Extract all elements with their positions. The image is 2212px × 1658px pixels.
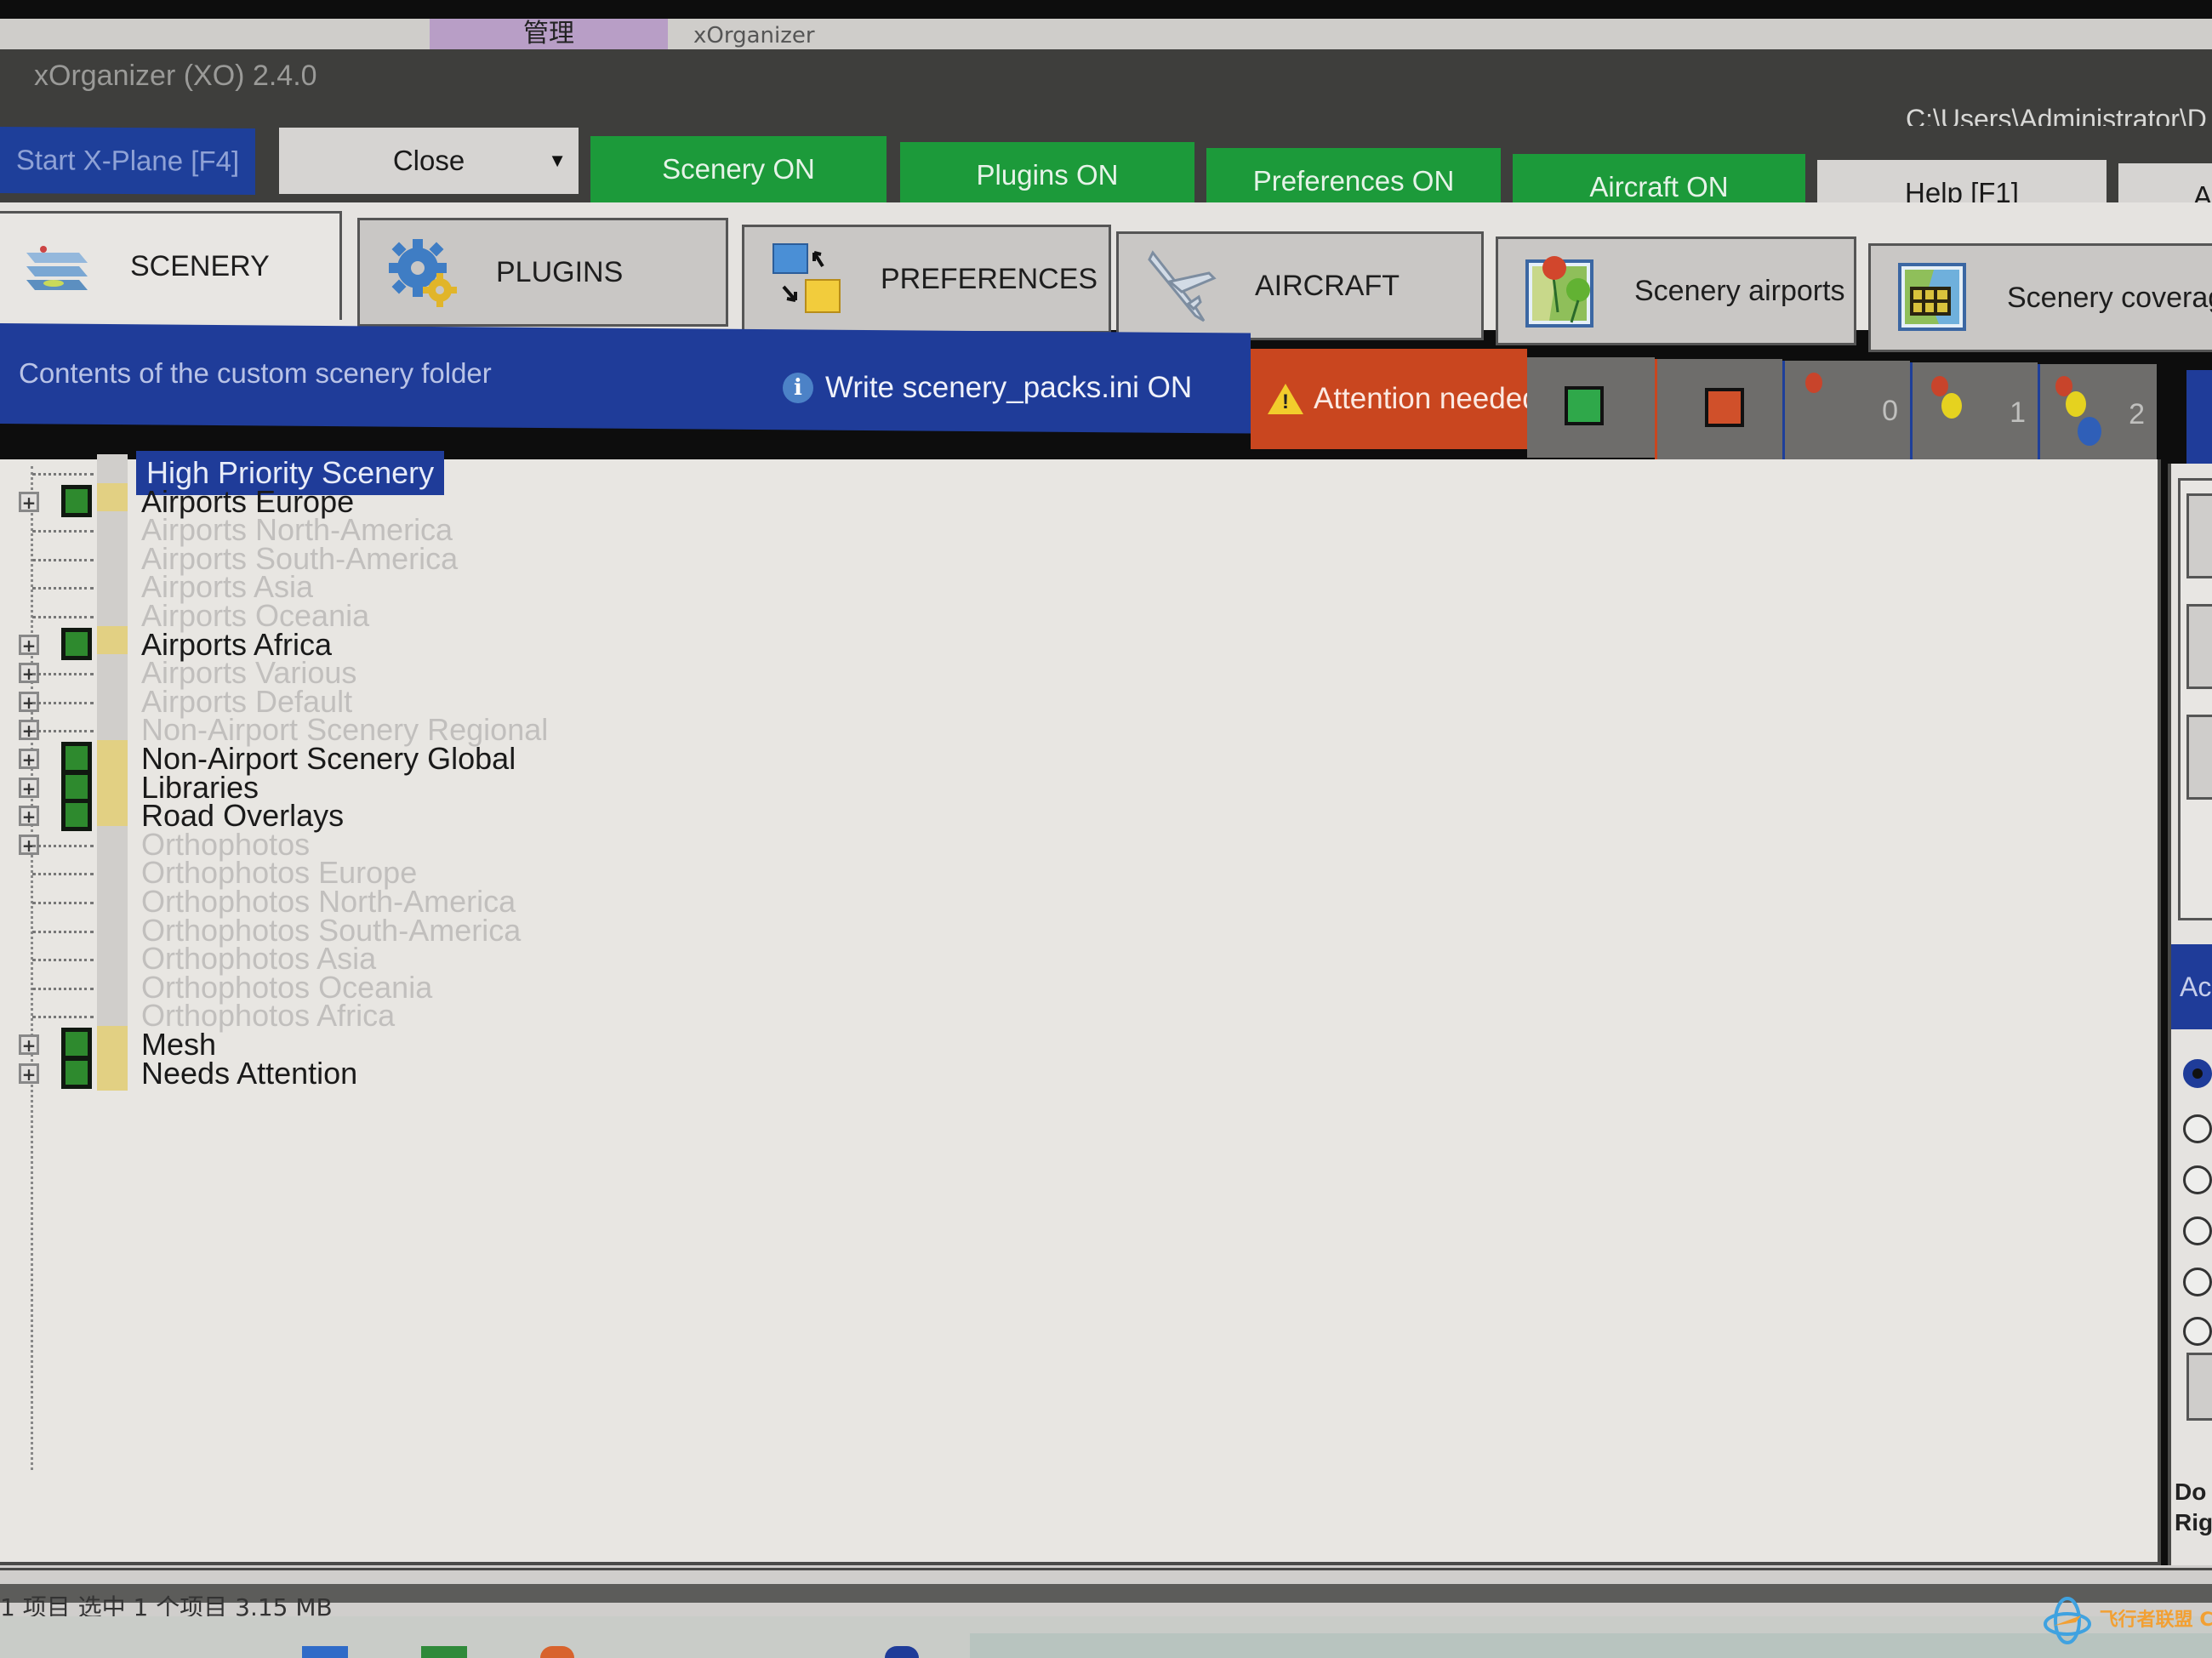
tree-connector bbox=[32, 730, 94, 732]
swap-squares-icon bbox=[770, 241, 847, 317]
red-dot-icon bbox=[1805, 373, 1822, 393]
tree-connector bbox=[32, 988, 94, 990]
close-label: Close bbox=[392, 145, 465, 176]
window-title: xOrganizer (XO) 2.4.0 bbox=[34, 60, 317, 92]
red-square-icon bbox=[1705, 388, 1744, 427]
title-bar bbox=[0, 49, 2212, 126]
watermark-logo-icon bbox=[2044, 1597, 2091, 1644]
tree-connector bbox=[32, 902, 94, 904]
tree-connector bbox=[32, 587, 94, 590]
radio-option-3[interactable] bbox=[2183, 1165, 2212, 1194]
tree-connector bbox=[32, 702, 94, 704]
yellow-dot-icon bbox=[1941, 393, 1962, 419]
scenery-layers-icon bbox=[20, 229, 96, 305]
tree-connector bbox=[32, 559, 94, 561]
right-panel-action-button[interactable] bbox=[2186, 1353, 2212, 1421]
right-panel-button-2[interactable] bbox=[2186, 604, 2212, 689]
blue-dot-icon bbox=[2078, 417, 2101, 446]
folder-icon bbox=[97, 1055, 128, 1091]
radio-option-1[interactable] bbox=[2183, 1059, 2212, 1088]
start-xplane-button[interactable]: Start X-Plane [F4] bbox=[0, 126, 255, 196]
radio-option-6[interactable] bbox=[2183, 1317, 2212, 1346]
red-dot-icon bbox=[1931, 376, 1948, 396]
tree-connector bbox=[32, 530, 94, 533]
filter-enabled-button[interactable] bbox=[1527, 357, 1655, 458]
tab-plugins-label: PLUGINS bbox=[496, 255, 624, 288]
radio-option-5[interactable] bbox=[2183, 1268, 2212, 1296]
attention-needed-button[interactable]: ! Attention needed bbox=[1251, 349, 1527, 449]
divider bbox=[0, 1568, 2212, 1570]
expand-icon[interactable]: + bbox=[19, 1063, 39, 1084]
green-square-icon bbox=[1565, 386, 1604, 425]
filter-level-0-button[interactable]: 0 bbox=[1782, 361, 1910, 461]
tree-connector bbox=[32, 616, 94, 618]
watermark: 飞行者联盟 China Flier bbox=[2042, 1595, 2212, 1646]
gears-icon bbox=[385, 234, 462, 311]
warning-icon: ! bbox=[1268, 384, 1303, 414]
filter-level-2-button[interactable]: 2 bbox=[2038, 364, 2157, 464]
write-scenery-packs-label: Write scenery_packs.ini ON bbox=[825, 371, 1193, 404]
level-2-count: 2 bbox=[2129, 398, 2145, 430]
radio-option-4[interactable] bbox=[2183, 1216, 2212, 1245]
tree-row-label[interactable]: Needs Attention bbox=[141, 1056, 357, 1091]
right-panel-button-3[interactable] bbox=[2186, 715, 2212, 800]
airplane-icon bbox=[1144, 248, 1221, 324]
tab-aircraft-label: AIRCRAFT bbox=[1255, 269, 1400, 302]
level-1-count: 1 bbox=[2010, 396, 2026, 429]
taskbar-app-icon[interactable] bbox=[540, 1646, 574, 1658]
tree-connector bbox=[32, 1016, 94, 1018]
tab-scenery[interactable]: SCENERY bbox=[0, 211, 342, 320]
yellow-dot-icon bbox=[2066, 391, 2086, 417]
taskbar-app-icon[interactable] bbox=[421, 1646, 467, 1658]
tab-scenery-airports-label: Scenery airports bbox=[1634, 274, 1845, 307]
tab-preferences[interactable]: PREFERENCES bbox=[742, 225, 1111, 333]
taskbar-app-icon[interactable] bbox=[302, 1646, 348, 1658]
filter-disabled-button[interactable] bbox=[1655, 359, 1782, 459]
attention-needed-label: Attention needed bbox=[1314, 382, 1527, 415]
taskbar-app-icon[interactable] bbox=[885, 1646, 919, 1658]
tree-connector bbox=[32, 673, 94, 675]
tree-connector bbox=[32, 959, 94, 961]
tree-connector bbox=[32, 473, 94, 476]
map-pins-icon bbox=[1524, 253, 1600, 329]
right-panel-header: Ac bbox=[2171, 944, 2212, 1029]
tab-scenery-coverage[interactable]: Scenery coverage bbox=[1868, 243, 2212, 352]
tab-plugins[interactable]: PLUGINS bbox=[357, 218, 728, 327]
right-panel-button-1[interactable] bbox=[2186, 493, 2212, 578]
explorer-tab-app[interactable]: xOrganizer bbox=[668, 19, 1025, 49]
level-0-count: 0 bbox=[1882, 395, 1898, 427]
tree-row[interactable]: + Needs Attention bbox=[0, 1050, 1191, 1097]
right-panel-footer-line2: Rig bbox=[2175, 1509, 2212, 1536]
custom-scenery-folder-label: Contents of the custom scenery folder bbox=[19, 357, 492, 389]
watermark-text: 飞行者联盟 China Flier bbox=[2099, 1610, 2212, 1631]
chevron-down-icon: ▼ bbox=[548, 150, 567, 171]
tab-scenery-airports[interactable]: Scenery airports bbox=[1496, 236, 1856, 345]
close-dropdown-button[interactable]: Close ▼ bbox=[279, 128, 579, 194]
map-grid-icon bbox=[1896, 259, 1973, 336]
enabled-checkbox[interactable] bbox=[61, 1057, 92, 1089]
plugins-on-button[interactable]: Plugins ON bbox=[900, 142, 1194, 208]
tree-connector bbox=[32, 931, 94, 933]
tree-connector bbox=[32, 845, 94, 847]
radio-option-2[interactable] bbox=[2183, 1114, 2212, 1143]
scenery-on-button[interactable]: Scenery ON bbox=[590, 136, 887, 202]
tab-preferences-label: PREFERENCES bbox=[881, 262, 1098, 295]
filter-level-1-button[interactable]: 1 bbox=[1910, 362, 2038, 463]
info-icon: i bbox=[783, 373, 813, 403]
explorer-ribbon-strip bbox=[0, 19, 2212, 49]
write-scenery-packs-status[interactable]: i Write scenery_packs.ini ON bbox=[783, 371, 1192, 405]
tab-aircraft[interactable]: AIRCRAFT bbox=[1116, 231, 1484, 340]
tab-scenery-label: SCENERY bbox=[130, 250, 270, 282]
explorer-tab-manage[interactable]: 管理 bbox=[430, 19, 668, 49]
tab-scenery-coverage-label: Scenery coverage bbox=[2007, 281, 2212, 314]
tree-connector bbox=[32, 873, 94, 875]
right-panel-footer-line1: Do bbox=[2175, 1479, 2207, 1505]
taskbar-active-region bbox=[970, 1633, 2212, 1658]
right-panel-header-strip bbox=[2186, 370, 2212, 464]
